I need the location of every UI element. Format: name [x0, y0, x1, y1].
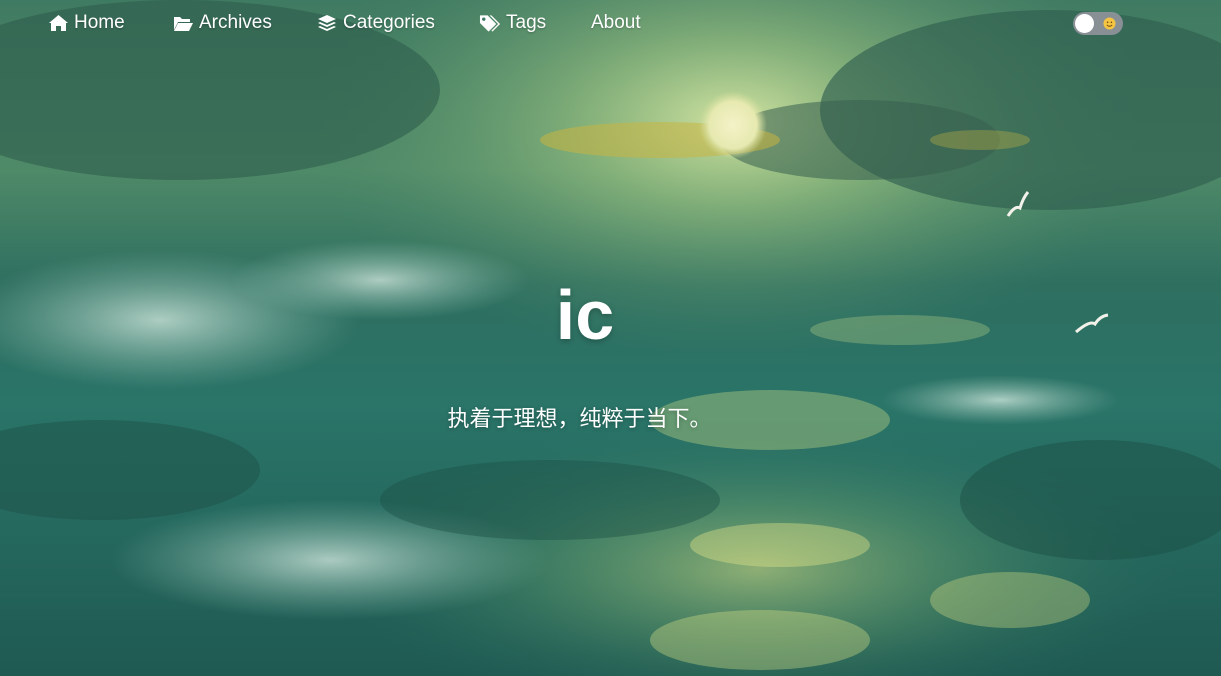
tags-icon [479, 13, 501, 33]
folder-open-icon [172, 13, 194, 33]
layers-icon [316, 13, 338, 33]
theme-toggle[interactable] [1073, 12, 1123, 35]
nav-item-home[interactable]: Home [47, 10, 125, 36]
nav-item-tags[interactable]: Tags [479, 10, 546, 36]
toggle-knob [1075, 14, 1094, 33]
site-title: ic [555, 276, 615, 354]
nav-item-archives[interactable]: Archives [172, 10, 272, 36]
site-subtitle: 执着于理想，纯粹于当下。 [447, 407, 712, 432]
nav-item-label: Tags [506, 12, 547, 33]
page: Home Archives Categories Tags About ic 执… [0, 0, 1221, 676]
nav-item-label: About [591, 12, 641, 33]
nav-item-about[interactable]: About [591, 10, 641, 36]
home-icon [47, 13, 69, 33]
nav-item-label: Archives [199, 12, 272, 33]
nav-item-label: Categories [343, 12, 435, 33]
nav-item-categories[interactable]: Categories [316, 10, 435, 36]
nav-item-label: Home [74, 12, 125, 33]
sun-icon [1102, 16, 1117, 31]
top-nav: Home Archives Categories Tags About [0, 0, 1221, 46]
